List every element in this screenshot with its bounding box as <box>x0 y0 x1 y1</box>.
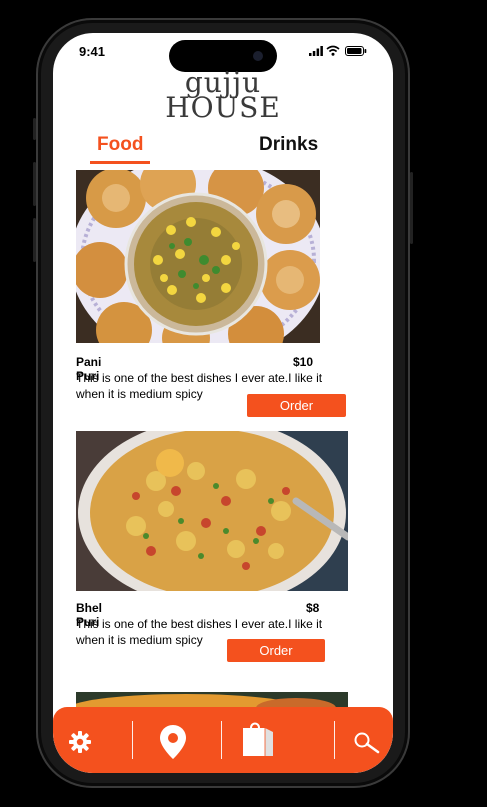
tab-food[interactable]: Food <box>97 134 143 156</box>
search-icon[interactable] <box>353 731 381 755</box>
tab-food-underline <box>90 161 150 164</box>
bhel-puri-image <box>76 431 348 591</box>
mute-switch <box>33 118 36 140</box>
location-pin-icon[interactable] <box>159 724 187 760</box>
order-button[interactable]: Order <box>227 639 325 662</box>
nav-divider <box>221 721 222 759</box>
volume-up-button <box>33 162 36 206</box>
settings-icon[interactable] <box>68 730 92 754</box>
order-button[interactable]: Order <box>247 394 346 417</box>
status-time: 9:41 <box>79 44 106 59</box>
signal-icon <box>309 46 323 56</box>
menu-item-price: $10 <box>293 355 314 369</box>
brand-logo-bottom: HOUSE <box>165 91 281 124</box>
menu-item-price: $8 <box>306 601 320 615</box>
wifi-icon <box>326 45 340 56</box>
app-screen: 9:41 gujju HOUSE Food Drinks Pani Puri $… <box>53 33 393 773</box>
next-dish-image <box>76 692 348 708</box>
shopping-bag-icon[interactable] <box>241 720 275 758</box>
pani-puri-image <box>76 170 320 343</box>
battery-icon <box>345 46 367 56</box>
volume-down-button <box>33 218 36 262</box>
bottom-nav-bar <box>53 707 393 773</box>
nav-divider <box>334 721 335 759</box>
status-bar: 9:41 <box>53 33 393 72</box>
power-button <box>410 172 413 244</box>
nav-divider <box>132 721 133 759</box>
tab-drinks[interactable]: Drinks <box>259 134 318 156</box>
